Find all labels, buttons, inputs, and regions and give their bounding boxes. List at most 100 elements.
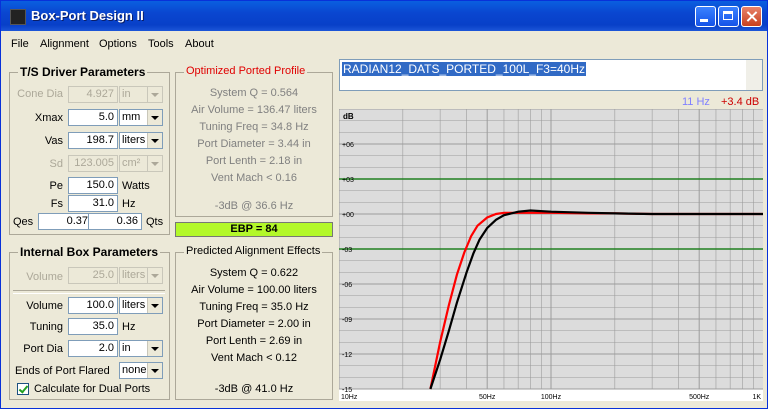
notes-scrollbar[interactable] bbox=[746, 60, 762, 90]
sd-unit-select[interactable]: cm² bbox=[119, 155, 163, 172]
cone-dia-unit: in bbox=[122, 88, 131, 100]
separator bbox=[13, 290, 165, 294]
menu-options[interactable]: Options bbox=[99, 38, 137, 50]
pred-air-volume: Air Volume = 100.00 liters bbox=[191, 284, 317, 296]
fs-unit: Hz bbox=[122, 198, 136, 210]
minimize-button[interactable] bbox=[695, 6, 716, 27]
y-tick-label: -06 bbox=[342, 282, 352, 289]
volume-dis-unit-select[interactable]: liters bbox=[119, 267, 163, 284]
volume-dis-unit: liters bbox=[122, 269, 146, 281]
menu-bar: File Alignment Options Tools About bbox=[1, 31, 767, 51]
app-window: Box-Port Design II File Alignment Option… bbox=[0, 0, 768, 409]
opt-system-q: System Q = 0.564 bbox=[209, 87, 299, 99]
menu-file[interactable]: File bbox=[11, 38, 29, 50]
pred-system-q: System Q = 0.622 bbox=[209, 267, 299, 279]
pred-port-length: Port Lenth = 2.69 in bbox=[205, 335, 303, 347]
x-tick-label: 50Hz bbox=[479, 394, 496, 401]
xmax-field[interactable]: 5.0 bbox=[68, 109, 118, 126]
menu-alignment[interactable]: Alignment bbox=[40, 38, 89, 50]
ends-flared-value: none bbox=[122, 364, 147, 376]
volume-dis-field[interactable]: 25.0 bbox=[68, 267, 118, 284]
cone-dia-unit-select[interactable]: in bbox=[119, 86, 163, 103]
y-tick-label: +03 bbox=[342, 177, 354, 184]
x-tick-label: 10Hz bbox=[341, 394, 358, 401]
opt-f3: -3dB @ 36.6 Hz bbox=[214, 200, 294, 212]
y-tick-label: -12 bbox=[342, 352, 352, 359]
pred-tuning-freq: Tuning Freq = 35.0 Hz bbox=[199, 301, 309, 313]
port-dia-unit-select[interactable]: in bbox=[119, 340, 163, 357]
volume-dis-label: Volume bbox=[26, 271, 63, 283]
optimized-profile-caption: Optimized Ported Profile bbox=[184, 65, 308, 77]
title-bar[interactable]: Box-Port Design II bbox=[1, 1, 767, 31]
y-axis-label: dB bbox=[343, 112, 354, 121]
ebp-indicator: EBP = 84 bbox=[175, 222, 333, 237]
pred-vent-mach: Vent Mach < 0.12 bbox=[211, 352, 297, 364]
opt-tuning-freq: Tuning Freq = 34.8 Hz bbox=[199, 121, 309, 133]
y-tick-label: -09 bbox=[342, 317, 352, 324]
maximize-button[interactable] bbox=[718, 6, 739, 27]
ts-driver-caption: T/S Driver Parameters bbox=[18, 65, 148, 79]
y-tick-label: -03 bbox=[342, 247, 352, 254]
design-name-textarea[interactable]: RADIAN12_DATS_PORTED_100L_F3=40Hz bbox=[339, 59, 763, 91]
menu-about[interactable]: About bbox=[185, 38, 214, 50]
port-dia-field[interactable]: 2.0 bbox=[68, 340, 118, 357]
sd-label: Sd bbox=[49, 158, 63, 170]
fs-label: Fs bbox=[50, 198, 63, 210]
cone-dia-label: Cone Dia bbox=[17, 88, 63, 100]
sd-field[interactable]: 123.005 bbox=[68, 155, 118, 172]
y-tick-label: -15 bbox=[342, 387, 352, 394]
volume-field[interactable]: 100.0 bbox=[68, 297, 118, 314]
x-tick-label: 100Hz bbox=[541, 394, 562, 401]
pe-label: Pe bbox=[49, 180, 63, 192]
y-tick-label: +06 bbox=[342, 142, 354, 149]
xmax-unit-select[interactable]: mm bbox=[119, 109, 163, 126]
chevron-down-icon[interactable] bbox=[147, 268, 162, 283]
pe-field[interactable]: 150.0 bbox=[68, 177, 118, 194]
opt-port-length: Port Lenth = 2.18 in bbox=[205, 155, 303, 167]
design-name-text: RADIAN12_DATS_PORTED_100L_F3=40Hz bbox=[342, 62, 587, 76]
optimized-profile-text: System Q = 0.564 Air Volume = 136.47 lit… bbox=[175, 87, 333, 189]
sd-unit: cm² bbox=[122, 157, 141, 169]
pred-port-diameter: Port Diameter = 2.00 in bbox=[197, 318, 311, 330]
tuning-unit: Hz bbox=[122, 321, 136, 333]
frequency-response-graph[interactable]: dB +06 +03 +00 -03 -06 -09 -12 -1510Hz 50Hz 100Hz 5… bbox=[339, 109, 763, 401]
qts-field[interactable]: 0.36 bbox=[88, 213, 142, 230]
vas-unit-select[interactable]: liters bbox=[119, 132, 163, 149]
chevron-down-icon[interactable] bbox=[147, 341, 162, 356]
vas-label: Vas bbox=[44, 135, 63, 147]
dual-ports-checkbox[interactable] bbox=[17, 383, 29, 395]
chevron-down-icon[interactable] bbox=[147, 298, 162, 313]
vas-unit: liters bbox=[122, 134, 146, 146]
chevron-down-icon[interactable] bbox=[147, 156, 162, 171]
xmax-label: Xmax bbox=[34, 112, 63, 124]
box-params-caption: Internal Box Parameters bbox=[18, 245, 161, 259]
predicted-effects-text: System Q = 0.622 Air Volume = 100.00 lit… bbox=[175, 267, 333, 369]
chevron-down-icon[interactable] bbox=[147, 363, 162, 378]
cursor-gain-readout: +3.4 dB bbox=[721, 96, 760, 108]
port-dia-unit: in bbox=[122, 342, 131, 354]
chevron-down-icon[interactable] bbox=[147, 87, 162, 102]
opt-vent-mach: Vent Mach < 0.16 bbox=[211, 172, 297, 184]
volume-unit-select[interactable]: liters bbox=[119, 297, 163, 314]
qes-label: Qes bbox=[13, 216, 34, 228]
cone-dia-field[interactable]: 4.927 bbox=[68, 86, 118, 103]
ends-flared-label: Ends of Port Flared bbox=[15, 365, 110, 377]
window-title: Box-Port Design II bbox=[31, 8, 144, 23]
vas-field[interactable]: 198.7 bbox=[68, 132, 118, 149]
ends-flared-select[interactable]: none bbox=[119, 362, 163, 379]
x-tick-label: 1K bbox=[752, 394, 761, 401]
close-button[interactable] bbox=[741, 6, 762, 27]
chevron-down-icon[interactable] bbox=[147, 133, 162, 148]
y-tick-label: +00 bbox=[342, 212, 354, 219]
app-icon[interactable] bbox=[10, 9, 26, 25]
menu-tools[interactable]: Tools bbox=[148, 38, 174, 50]
x-tick-label: 500Hz bbox=[689, 394, 710, 401]
tuning-field[interactable]: 35.0 bbox=[68, 318, 118, 335]
dual-ports-label: Calculate for Dual Ports bbox=[34, 383, 151, 395]
volume-label: Volume bbox=[26, 300, 63, 312]
chevron-down-icon[interactable] bbox=[147, 110, 162, 125]
fs-field[interactable]: 31.0 bbox=[68, 195, 118, 212]
xmax-unit: mm bbox=[122, 111, 141, 123]
qes-field[interactable]: 0.37 bbox=[38, 213, 92, 230]
pred-f3: -3dB @ 41.0 Hz bbox=[214, 383, 294, 395]
